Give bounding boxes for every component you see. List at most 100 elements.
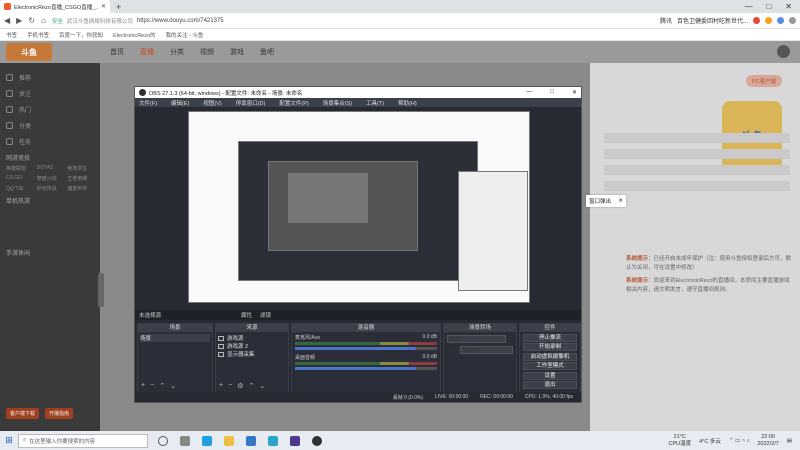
sidebar-category-item[interactable]: 英雄联盟 bbox=[6, 165, 33, 172]
obs-minimize-button[interactable]: — bbox=[526, 89, 532, 96]
pc-client-badge[interactable]: PC客户端 bbox=[745, 75, 782, 87]
cortana-icon[interactable] bbox=[158, 435, 168, 446]
scene-item[interactable]: 场景 bbox=[140, 334, 210, 342]
extension-icon[interactable] bbox=[753, 17, 760, 24]
properties-button[interactable]: 属性 bbox=[241, 311, 252, 319]
task-view-icon[interactable] bbox=[180, 435, 190, 446]
maximize-button[interactable]: □ bbox=[766, 2, 771, 11]
remove-icon[interactable]: − bbox=[228, 382, 232, 390]
sidebar-item-category[interactable]: 分类 bbox=[6, 117, 94, 133]
move-down-icon[interactable]: ⌄ bbox=[259, 382, 265, 390]
obs-preview-canvas[interactable] bbox=[188, 111, 530, 303]
nav-category[interactable]: 分类 bbox=[170, 47, 184, 57]
menu-docks[interactable]: 停靠窗口(D) bbox=[236, 99, 266, 107]
volume-slider[interactable] bbox=[295, 347, 437, 350]
bookmark-item[interactable]: 我的关注 - 斗鱼 bbox=[166, 31, 204, 39]
new-tab-button[interactable]: + bbox=[116, 2, 121, 12]
home-icon[interactable]: ⌂ bbox=[41, 16, 46, 25]
cpu-temp-widget[interactable]: 21°C CPU温度 bbox=[669, 434, 692, 448]
sidebar-category-item[interactable]: 穿越火线 bbox=[37, 175, 64, 182]
menu-view[interactable]: 视图(V) bbox=[203, 99, 221, 107]
nav-game[interactable]: 游戏 bbox=[230, 47, 244, 57]
forward-icon[interactable]: ▶ bbox=[16, 16, 22, 25]
refresh-icon[interactable]: ↻ bbox=[28, 16, 35, 25]
menu-profile[interactable]: 配置文件(P) bbox=[279, 99, 308, 107]
stop-streaming-button[interactable]: 停止推流 bbox=[523, 333, 577, 342]
tab-close-icon[interactable]: ✕ bbox=[101, 3, 106, 10]
exit-button[interactable]: 退出 bbox=[523, 381, 577, 389]
gear-icon[interactable]: ⚙ bbox=[237, 382, 243, 390]
menu-edit[interactable]: 编辑(E) bbox=[171, 99, 189, 107]
studio-mode-button[interactable]: 工作室模式 bbox=[523, 362, 577, 370]
browser-tab[interactable]: ElectronicRezo直播_CSGO直播_... ✕ bbox=[0, 0, 110, 13]
sidebar-category-item[interactable]: CS:GO bbox=[6, 175, 33, 182]
duration-input[interactable]: 300 ms bbox=[460, 346, 513, 354]
visual-studio-icon[interactable] bbox=[290, 435, 300, 446]
menu-file[interactable]: 文件(F) bbox=[139, 99, 157, 107]
bookmark-item[interactable]: 书签 bbox=[6, 31, 17, 39]
sidebar-collapse-handle[interactable] bbox=[98, 273, 104, 307]
sidebar-category-item[interactable]: 绝地求生 bbox=[67, 165, 94, 172]
tray-icons[interactable]: ⌃ ▭ ◔ ♪ bbox=[729, 438, 749, 444]
menu-tools[interactable]: 工具(T) bbox=[366, 99, 384, 107]
sidebar-category-item[interactable]: DOTA2 bbox=[37, 165, 64, 172]
menu-scene-collection[interactable]: 场景集合(S) bbox=[323, 99, 352, 107]
gear-icon[interactable]: ⚙ bbox=[509, 336, 513, 342]
sidebar-category-item[interactable]: QQ飞车 bbox=[6, 185, 33, 192]
sidebar-category-item[interactable]: 魔兽世界 bbox=[67, 185, 94, 192]
browser-app-icon[interactable] bbox=[268, 435, 278, 446]
file-explorer-icon[interactable] bbox=[224, 435, 234, 446]
transition-select[interactable]: 淡出 bbox=[447, 335, 506, 343]
taskbar-search[interactable]: ⌕ 在这里输入你要搜索的内容 bbox=[18, 433, 148, 448]
sidebar-item-follow[interactable]: 关注 bbox=[6, 85, 94, 101]
close-button[interactable]: ✕ bbox=[785, 2, 792, 11]
add-icon[interactable]: + bbox=[219, 382, 223, 390]
filters-button[interactable]: 滤镜 bbox=[260, 311, 271, 319]
store-icon[interactable] bbox=[246, 435, 256, 446]
move-down-icon[interactable]: ⌄ bbox=[170, 382, 176, 390]
avatar[interactable] bbox=[777, 45, 790, 58]
minimize-button[interactable]: — bbox=[744, 2, 752, 11]
obs-maximize-button[interactable]: □ bbox=[550, 89, 554, 96]
nav-home[interactable]: 首页 bbox=[110, 47, 124, 57]
news-ticker[interactable]: 百色卫健委回村吃新世代... bbox=[677, 16, 748, 25]
extension-icon[interactable] bbox=[765, 17, 772, 24]
sidebar-item-recommend[interactable]: 推荐 bbox=[6, 69, 94, 85]
nav-video[interactable]: 视频 bbox=[200, 47, 214, 57]
sidebar-category-item[interactable]: 炉石传说 bbox=[37, 185, 64, 192]
move-up-icon[interactable]: ⌃ bbox=[159, 382, 165, 390]
sidebar-item-hot[interactable]: 热门 bbox=[6, 101, 94, 117]
edge-icon[interactable] bbox=[202, 435, 212, 446]
menu-help[interactable]: 帮助(H) bbox=[398, 99, 417, 107]
settings-button[interactable]: 设置 bbox=[523, 371, 577, 380]
source-item[interactable]: 游戏源 2 bbox=[218, 342, 286, 350]
stream-guide-button[interactable]: 开播指南 bbox=[45, 408, 74, 419]
sidebar-category-item[interactable]: 王者荣耀 bbox=[67, 175, 94, 182]
obs-close-button[interactable]: ✕ bbox=[572, 89, 577, 96]
bookmark-item[interactable]: 手机书签 bbox=[27, 31, 49, 39]
start-recording-button[interactable]: 开始录制 bbox=[523, 343, 577, 351]
client-download-button[interactable]: 客户端下载 bbox=[6, 408, 40, 419]
sidebar-item-task[interactable]: 任务 bbox=[6, 133, 94, 149]
close-icon[interactable]: ✕ bbox=[618, 198, 623, 204]
back-icon[interactable]: ◀ bbox=[4, 16, 10, 25]
nav-fishbar[interactable]: 鱼吧 bbox=[260, 47, 274, 57]
bookmark-item[interactable]: ElectronicRezo的 bbox=[113, 31, 156, 39]
menu-icon[interactable] bbox=[789, 17, 796, 24]
virtual-camera-button[interactable]: 启动虚拟摄像机 bbox=[523, 352, 577, 361]
add-icon[interactable]: + bbox=[141, 382, 145, 390]
volume-slider[interactable] bbox=[295, 367, 437, 370]
popout-window-button[interactable]: 窗口弹出 ✕ bbox=[586, 195, 626, 207]
source-item[interactable]: 游戏源 bbox=[218, 334, 286, 342]
douyu-logo[interactable]: 斗鱼 bbox=[6, 43, 52, 61]
nav-live[interactable]: 直播 bbox=[140, 47, 154, 57]
extension-icon[interactable] bbox=[777, 17, 784, 24]
source-item[interactable]: 显示器采集 bbox=[218, 350, 286, 358]
url-field[interactable]: 安全 武汉斗鱼网络科技有限公司 https://www.douyu.com/74… bbox=[52, 15, 472, 26]
windows-start-icon[interactable]: ⊞ bbox=[0, 435, 18, 446]
weather-widget[interactable]: 4°C 多云 bbox=[699, 437, 721, 445]
move-up-icon[interactable]: ⌃ bbox=[248, 382, 254, 390]
bookmark-item[interactable]: 百度一下，你就知 bbox=[59, 31, 103, 39]
search-engine-label[interactable]: 腾讯 bbox=[660, 16, 672, 25]
clock[interactable]: 22:00 2022/2/7 bbox=[757, 434, 778, 448]
